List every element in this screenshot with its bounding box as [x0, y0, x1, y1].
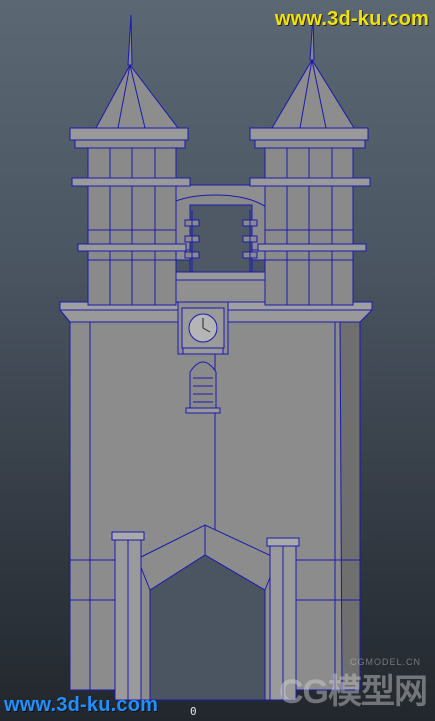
modeling-viewport[interactable]: www.3d-ku.com CGMODEL.CN CG模型网 www.3d-ku… — [0, 0, 435, 721]
tower-body-side — [339, 309, 361, 691]
right-spire — [271, 59, 355, 129]
watermark-bottom: www.3d-ku.com — [4, 694, 159, 716]
tower-model-wireframe — [58, 14, 374, 701]
cg-logo-watermark: CG模型网 — [279, 673, 428, 711]
axis-label: 0 — [190, 705, 197, 718]
watermark-top: www.3d-ku.com — [274, 8, 429, 30]
